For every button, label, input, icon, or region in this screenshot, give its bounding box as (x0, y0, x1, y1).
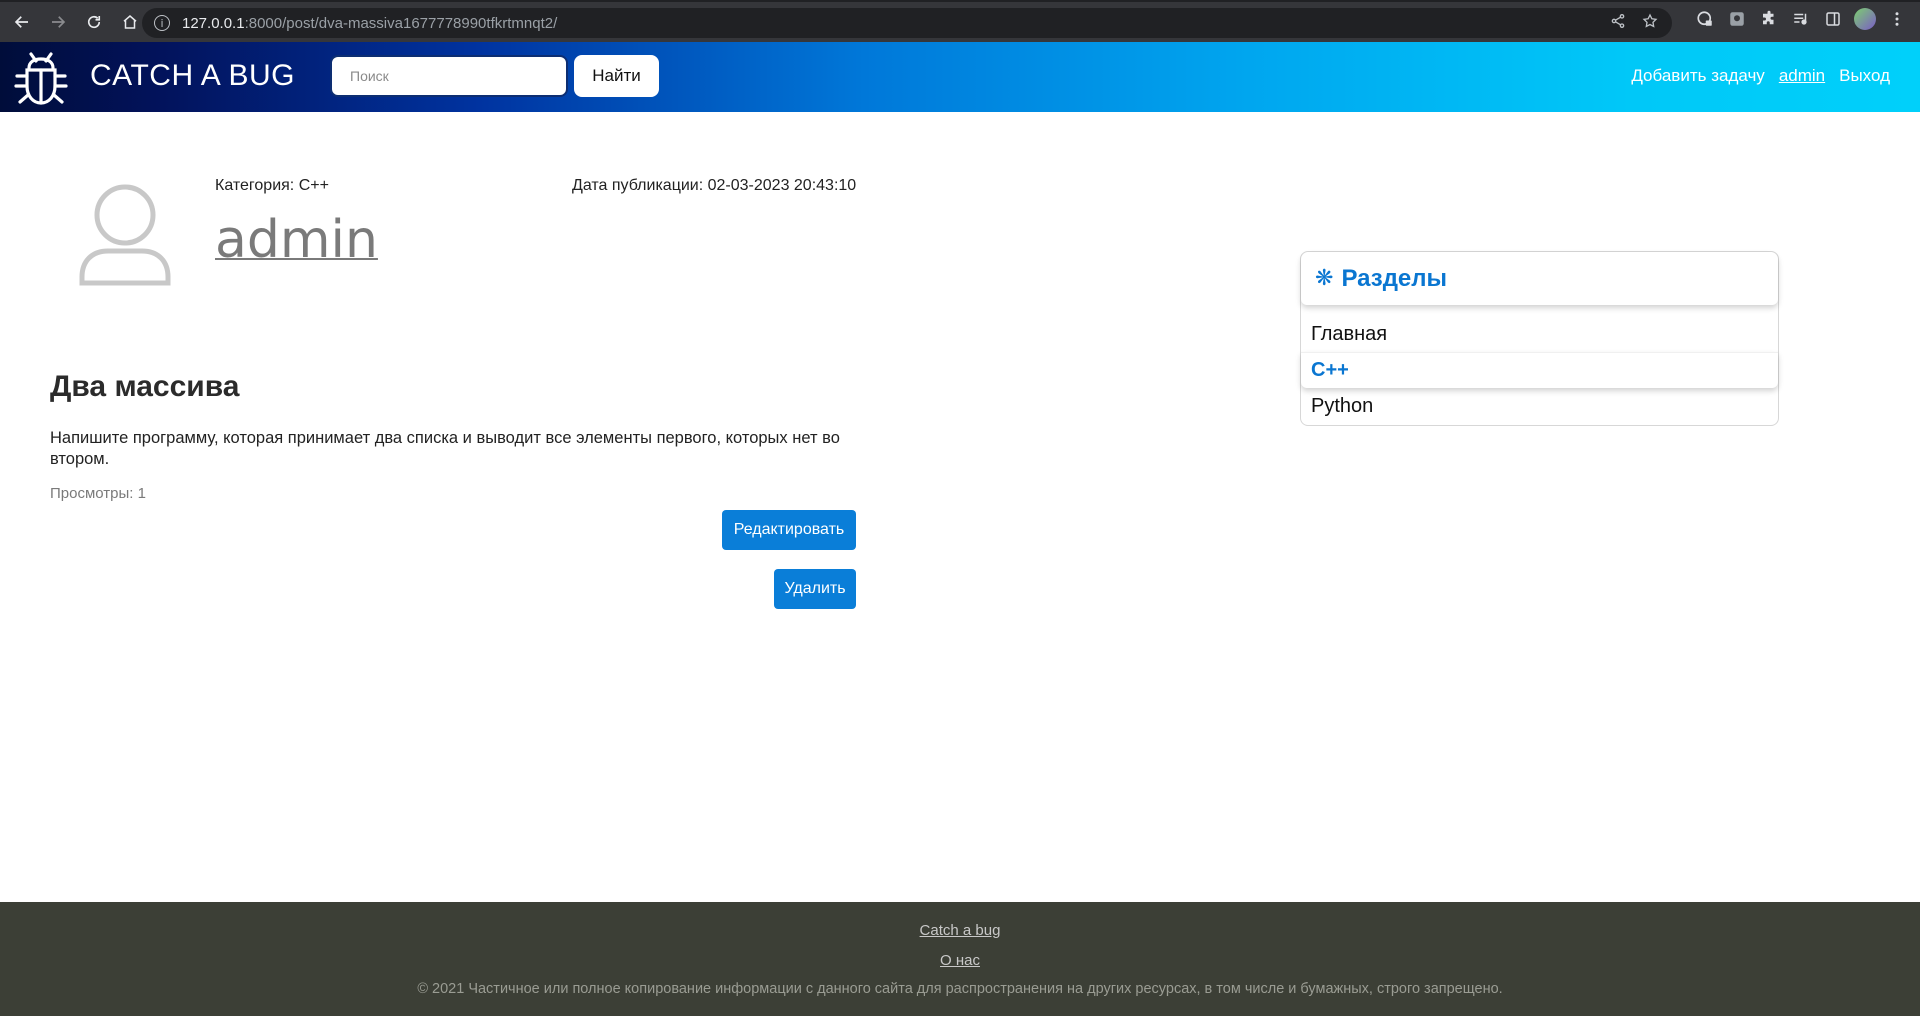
brand-title[interactable]: CATCH A BUG (90, 59, 295, 93)
delete-button[interactable]: Удалить (774, 569, 856, 609)
header-nav: Добавить задачу admin Выход (1631, 66, 1890, 86)
footer-link-catch-a-bug[interactable]: Catch a bug (920, 922, 1001, 939)
edit-button[interactable]: Редактировать (722, 510, 856, 550)
extension-icon[interactable] (1726, 8, 1748, 30)
footer-copyright: © 2021 Частичное или полное копирование … (417, 981, 1503, 997)
views-count: Просмотры: 1 (50, 485, 146, 502)
address-bar[interactable]: i 127.0.0.1:8000/post/dva-massiva1677778… (142, 8, 1672, 38)
post-category: Категория: C++ (215, 177, 329, 194)
bug-logo-icon[interactable] (12, 46, 70, 108)
user-avatar-icon (79, 184, 171, 286)
side-panel-icon[interactable] (1822, 8, 1844, 30)
browser-toolbar: i 127.0.0.1:8000/post/dva-massiva1677778… (0, 0, 1920, 42)
sidebar-item-python[interactable]: Python (1301, 388, 1778, 424)
footer-link-about[interactable]: О нас (940, 952, 980, 969)
back-icon[interactable] (6, 6, 38, 38)
asterisk-icon: ❋ (1315, 266, 1334, 291)
search-input[interactable] (330, 55, 568, 97)
bookmark-star-icon[interactable] (1642, 13, 1658, 29)
add-task-link[interactable]: Добавить задачу (1631, 66, 1764, 86)
post-date: Дата публикации: 02-03-2023 20:43:10 (572, 177, 857, 194)
sections-sidebar: ❋ Разделы Главная C++ Python (1300, 251, 1779, 426)
reload-icon[interactable] (78, 6, 110, 38)
url-path: :8000/post/dva-massiva1677778990tfkrtmnq… (244, 14, 558, 32)
url-host: 127.0.0.1 (182, 14, 245, 32)
profile-avatar[interactable] (1854, 8, 1876, 30)
forward-icon[interactable] (42, 6, 74, 38)
sidebar-header: ❋ Разделы (1301, 252, 1778, 305)
more-menu-icon[interactable] (1886, 8, 1908, 30)
sidebar-title: Разделы (1341, 264, 1448, 292)
site-header: CATCH A BUG Найти Добавить задачу admin … (0, 42, 1920, 112)
site-footer: Catch a bug О нас © 2021 Частичное или п… (0, 902, 1920, 1016)
logout-link[interactable]: Выход (1839, 66, 1890, 86)
site-info-icon[interactable]: i (154, 15, 170, 31)
post-body: Напишите программу, которая принимает дв… (50, 429, 840, 468)
user-profile-link[interactable]: admin (1779, 66, 1825, 86)
search-button[interactable]: Найти (574, 55, 659, 97)
post-title: Два массива (50, 370, 240, 403)
extension-icon[interactable] (1694, 8, 1716, 30)
puzzle-icon[interactable] (1758, 8, 1780, 30)
sidebar-item-main[interactable]: Главная (1301, 316, 1778, 352)
playlist-icon[interactable] (1790, 8, 1812, 30)
author-link[interactable]: admin (215, 210, 378, 270)
sidebar-item-cpp[interactable]: C++ (1301, 352, 1778, 388)
share-icon[interactable] (1610, 13, 1626, 29)
